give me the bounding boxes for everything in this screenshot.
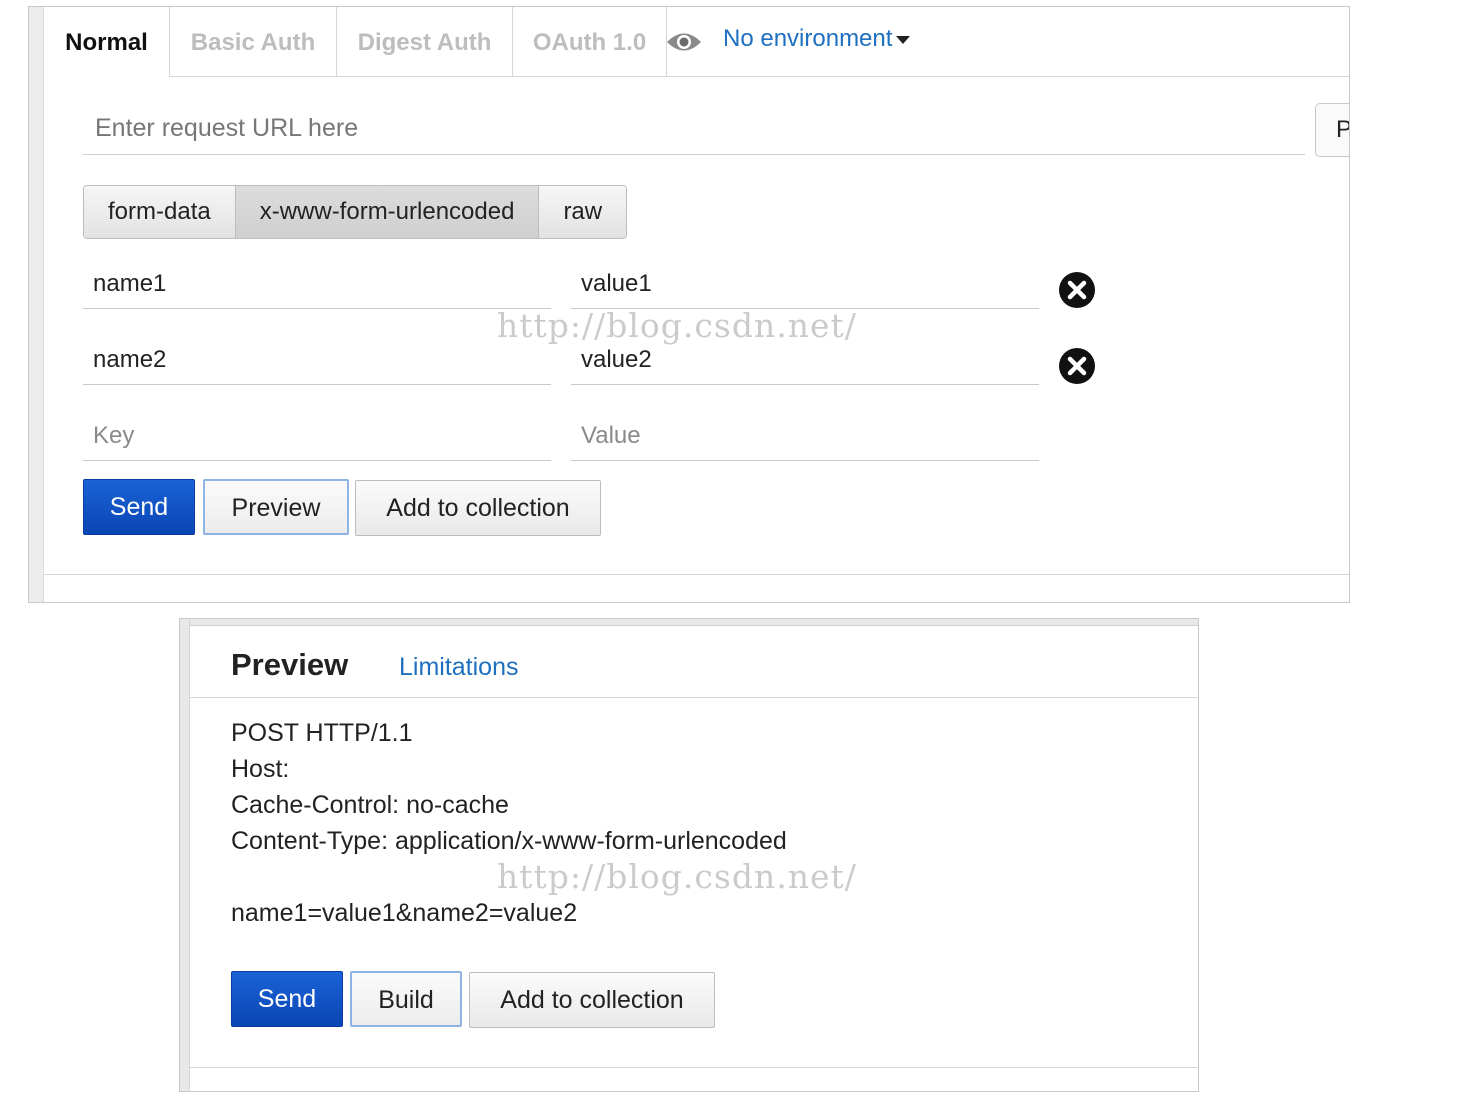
limitations-link[interactable]: Limitations: [399, 653, 519, 682]
body-mode-selector: form-data x-www-form-urlencoded raw: [83, 185, 628, 239]
tab-normal[interactable]: Normal: [44, 7, 169, 77]
preview-button[interactable]: Preview: [203, 479, 349, 535]
preview-divider: [189, 697, 1198, 698]
tab-oauth[interactable]: OAuth 1.0: [513, 7, 666, 77]
preview-title: Preview: [231, 647, 349, 682]
request-line: POST HTTP/1.1: [231, 719, 413, 747]
panel-left-bar: [29, 7, 44, 602]
value-field[interactable]: [571, 259, 1039, 309]
key-field[interactable]: [83, 411, 551, 461]
add-to-collection-button[interactable]: Add to collection: [469, 972, 715, 1028]
tab-digest-auth[interactable]: Digest Auth: [337, 7, 512, 77]
build-button[interactable]: Build: [350, 971, 462, 1027]
chevron-down-icon: [896, 35, 911, 44]
params-button[interactable]: P: [1315, 103, 1349, 157]
environment-label: No environment: [723, 25, 893, 52]
header-line: Host:: [231, 755, 290, 783]
tab-baseline: [169, 76, 1349, 77]
send-button[interactable]: Send: [231, 971, 343, 1027]
panel-left-bar: [180, 619, 190, 1091]
preview-panel: Preview Limitations POST HTTP/1.1 Host: …: [179, 618, 1199, 1092]
environment-selector[interactable]: No environment: [723, 25, 911, 53]
value-field[interactable]: [571, 335, 1039, 385]
remove-icon[interactable]: [1059, 348, 1095, 384]
panel-divider: [43, 574, 1349, 575]
header-line: Content-Type: application/x-www-form-url…: [231, 827, 787, 855]
body-mode-raw[interactable]: raw: [539, 186, 627, 238]
key-field[interactable]: [83, 259, 551, 309]
body-mode-urlencoded[interactable]: x-www-form-urlencoded: [235, 186, 540, 238]
value-field[interactable]: [571, 411, 1039, 461]
request-body: name1=value1&name2=value2: [231, 899, 578, 927]
tab-basic-auth[interactable]: Basic Auth: [170, 7, 336, 77]
key-field[interactable]: [83, 335, 551, 385]
panel-divider: [189, 1067, 1198, 1068]
send-button[interactable]: Send: [83, 479, 195, 535]
panel-top-bar: [180, 619, 1198, 626]
url-input[interactable]: [83, 103, 1305, 155]
remove-icon[interactable]: [1059, 272, 1095, 308]
request-panel: Normal Basic Auth Digest Auth OAuth 1.0 …: [28, 6, 1350, 603]
header-line: Cache-Control: no-cache: [231, 791, 509, 819]
add-to-collection-button[interactable]: Add to collection: [355, 480, 601, 536]
body-mode-form-data[interactable]: form-data: [84, 186, 236, 238]
eye-icon[interactable]: [665, 29, 703, 55]
